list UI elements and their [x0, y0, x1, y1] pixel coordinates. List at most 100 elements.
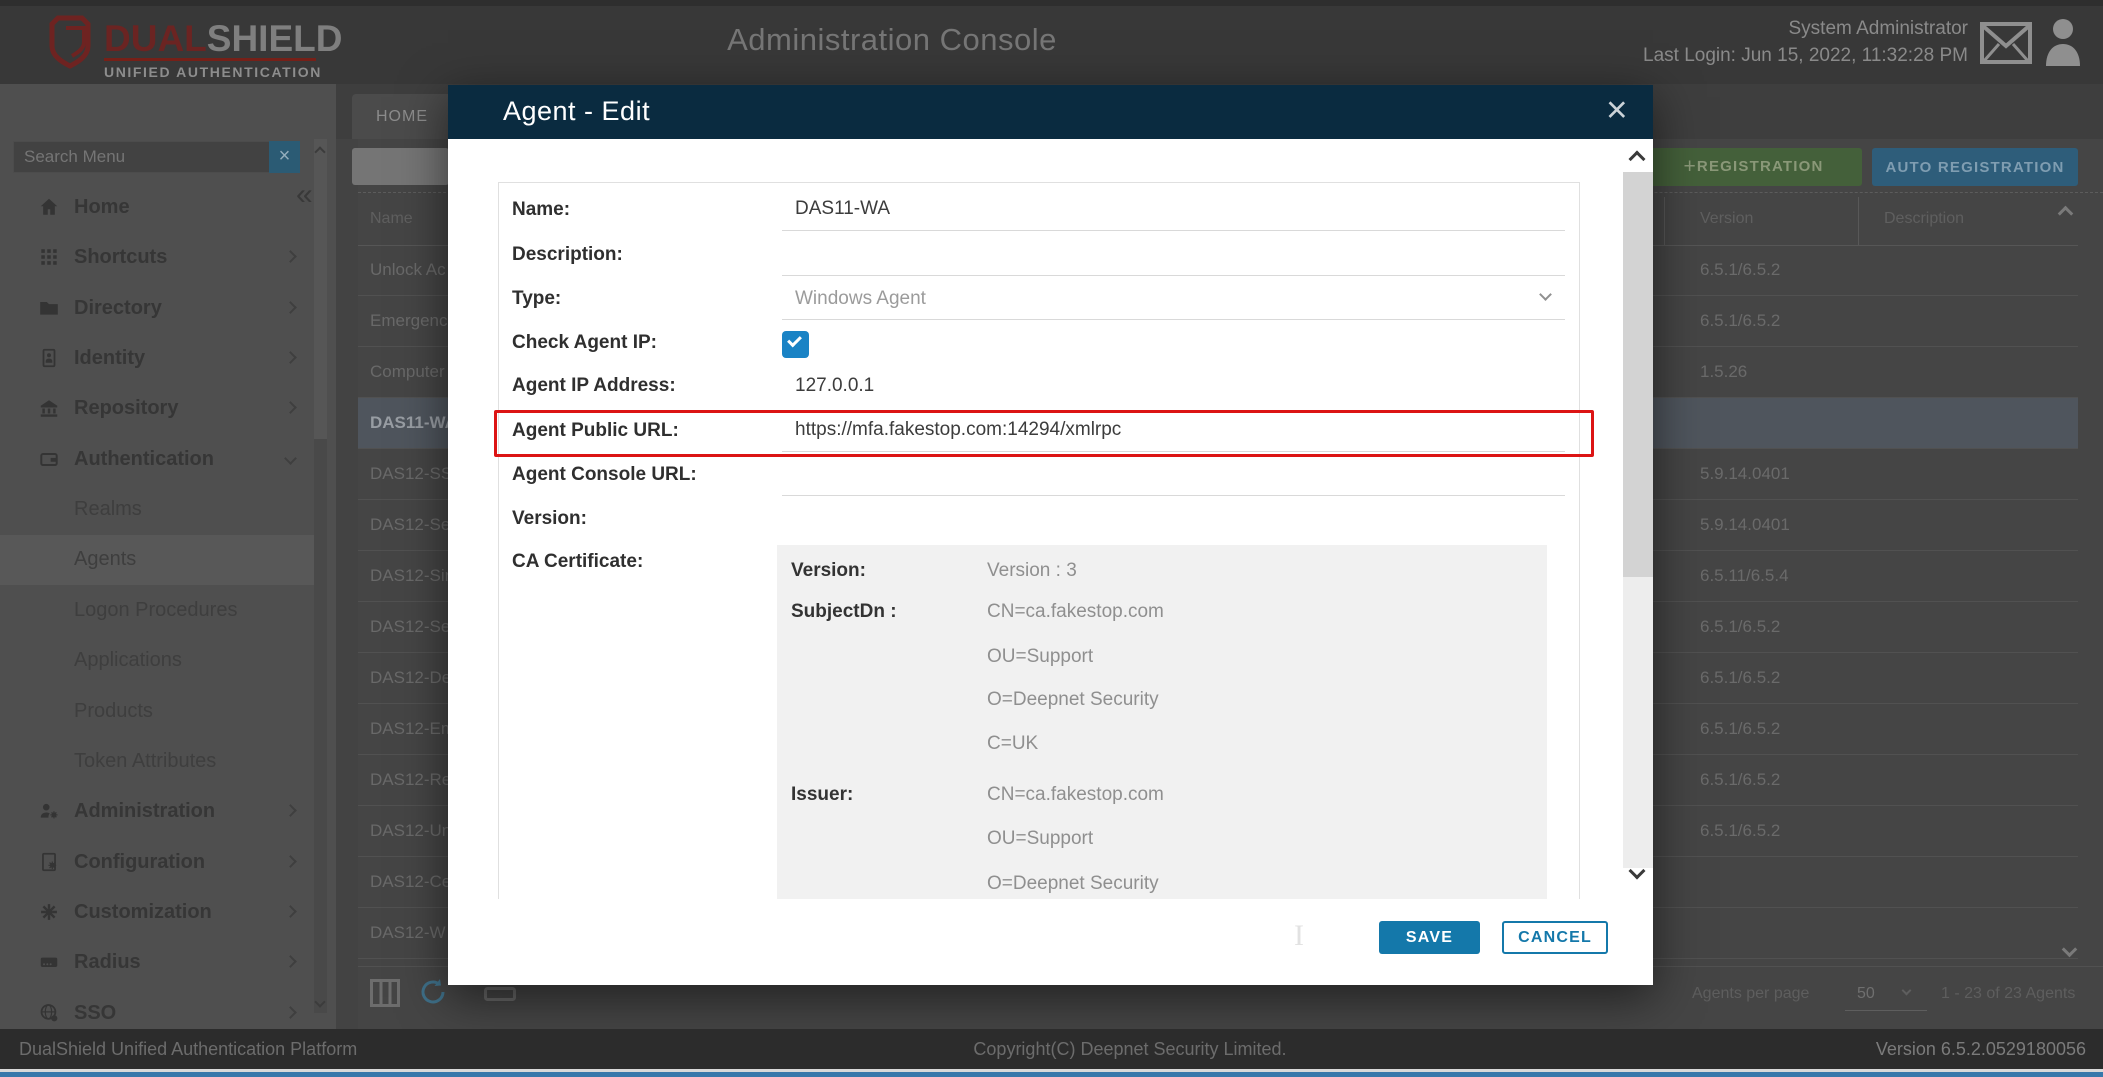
cancel-button[interactable]: CANCEL: [1502, 921, 1608, 954]
chevron-right-icon: [284, 1006, 297, 1019]
globe-icon: [38, 1002, 60, 1024]
type-label: Type:: [512, 288, 561, 310]
sidebar-item-authentication[interactable]: Authentication: [0, 435, 314, 485]
close-icon[interactable]: ×: [1606, 89, 1628, 131]
sidebar-item-label: Realms: [74, 498, 142, 521]
sidebar-item-repository[interactable]: Repository: [0, 384, 314, 434]
ca-cert-value: O=Deepnet Security: [987, 873, 1159, 895]
chevron-right-icon: [284, 301, 297, 314]
sidebar-item-products[interactable]: Products: [0, 687, 314, 737]
sidebar-item-realms[interactable]: Realms: [0, 485, 314, 535]
sidebar-item-token-attributes[interactable]: Token Attributes: [0, 737, 314, 787]
agent-name-cell: Computer: [370, 362, 445, 382]
sidebar-item-radius[interactable]: Radius: [0, 938, 314, 988]
sidebar-item-label: Radius: [74, 951, 141, 974]
gear-icon: [38, 901, 60, 923]
sidebar-item-administration[interactable]: Administration: [0, 787, 314, 837]
page-size-select[interactable]: 50: [1845, 981, 1927, 1011]
sidebar-item-label: Logon Procedures: [74, 599, 237, 622]
sidebar-item-shortcuts[interactable]: Shortcuts: [0, 233, 314, 283]
modal-scrollbar-thumb[interactable]: [1623, 172, 1653, 577]
checkmark-icon: [787, 333, 802, 348]
dualshield-logo-icon: [48, 14, 98, 70]
export-icon[interactable]: [484, 987, 516, 1001]
agent-edit-modal: Agent - Edit × Name: Description: Type: …: [448, 85, 1653, 985]
wallet-icon: [38, 448, 60, 470]
check-agent-ip-checkbox[interactable]: [782, 331, 809, 358]
column-header-name[interactable]: Name: [370, 210, 413, 228]
modal-scrollbar[interactable]: [1623, 139, 1653, 899]
columns-icon[interactable]: [370, 979, 400, 1007]
save-label: SAVE: [1406, 929, 1453, 946]
bank-icon: [38, 397, 60, 419]
sidebar-item-label: Customization: [74, 901, 212, 924]
agent-name-cell: DAS12-Re: [370, 770, 451, 790]
auto-registration-button[interactable]: AUTO REGISTRATION: [1872, 148, 2078, 186]
registration-label: REGISTRATION: [1697, 158, 1824, 175]
logo-tagline: UNIFIED AUTHENTICATION: [104, 64, 322, 80]
agent-version-cell: 5.9.14.0401: [1700, 515, 1790, 535]
agent-name-cell: DAS12-Ce: [370, 872, 451, 892]
footer-center: Copyright(C) Deepnet Security Limited.: [830, 1039, 1430, 1060]
sidebar-item-agents[interactable]: Agents: [0, 535, 314, 585]
app-footer: DualShield Unified Authentication Platfo…: [0, 1029, 2103, 1069]
agent-version-cell: 5.9.14.0401: [1700, 464, 1790, 484]
agent-ip-address-label: Agent IP Address:: [512, 375, 676, 397]
agent-name-cell: DAS11-WA: [370, 413, 457, 433]
column-divider: [1858, 197, 1859, 245]
save-button[interactable]: SAVE: [1379, 921, 1480, 954]
chevron-right-icon: [284, 401, 297, 414]
footer-left: DualShield Unified Authentication Platfo…: [19, 1039, 357, 1060]
agent-public-url-input[interactable]: [782, 412, 1565, 452]
registration-button[interactable]: +REGISTRATION: [1645, 148, 1862, 186]
search-clear-button[interactable]: ×: [269, 141, 300, 173]
sidebar-item-label: Configuration: [74, 851, 205, 874]
text-cursor-icon: I: [1294, 919, 1304, 953]
modal-scrollbar-track[interactable]: [1623, 577, 1653, 868]
agent-name-cell: DAS12-De: [370, 668, 451, 688]
type-select[interactable]: Windows Agent: [782, 266, 1565, 320]
check-agent-ip-label: Check Agent IP:: [512, 332, 657, 354]
sidebar-item-customization[interactable]: Customization: [0, 888, 314, 938]
modal-scroll-up-icon[interactable]: [1629, 151, 1646, 168]
agent-version-cell: 6.5.1/6.5.2: [1700, 668, 1780, 688]
tab-home-label: HOME: [376, 108, 428, 125]
sidebar-item-identity[interactable]: Identity: [0, 334, 314, 384]
tab-home[interactable]: HOME: [352, 94, 452, 139]
sidebar-item-logon-procedures[interactable]: Logon Procedures: [0, 586, 314, 636]
footer-right: Version 6.5.2.0529180056: [1686, 1039, 2086, 1060]
agent-name-cell: DAS12-Un: [370, 821, 451, 841]
ca-certificate-label: CA Certificate:: [512, 551, 643, 573]
home-icon: [38, 196, 60, 218]
server-icon: [38, 951, 60, 973]
page-size-value: 50: [1857, 985, 1875, 1003]
logo-red-rule: [104, 58, 316, 61]
sidebar-item-label: Agents: [74, 548, 136, 571]
config-icon: [38, 851, 60, 873]
sidebar-item-label: Identity: [74, 347, 145, 370]
logo-shield: SHIELD: [207, 18, 343, 59]
sidebar-item-configuration[interactable]: Configuration: [0, 838, 314, 888]
type-chevron-icon: [1539, 288, 1552, 301]
column-header-version[interactable]: Version: [1700, 210, 1753, 228]
chevron-right-icon: [284, 905, 297, 918]
modal-header[interactable]: Agent - Edit ×: [448, 85, 1653, 139]
user-avatar-icon[interactable]: [2044, 16, 2082, 68]
chevron-right-icon: [284, 955, 297, 968]
sidebar-item-label: Products: [74, 700, 153, 723]
name-input[interactable]: [782, 191, 1565, 231]
refresh-icon[interactable]: [418, 977, 448, 1007]
sidebar-item-home[interactable]: Home: [0, 183, 314, 233]
agent-console-url-input[interactable]: [782, 456, 1565, 496]
sidebar-item-applications[interactable]: Applications: [0, 636, 314, 686]
sidebar-item-directory[interactable]: Directory: [0, 284, 314, 334]
folder-icon: [38, 297, 60, 319]
search-menu-input[interactable]: [13, 141, 300, 173]
mail-icon[interactable]: [1980, 22, 2032, 64]
agent-console-url-label: Agent Console URL:: [512, 464, 697, 486]
type-value: Windows Agent: [795, 288, 926, 310]
toolbar-control-fragment[interactable]: [352, 148, 449, 185]
column-header-description[interactable]: Description: [1884, 210, 1964, 228]
ca-cert-key: Version:: [791, 560, 866, 582]
column-divider: [1664, 197, 1665, 245]
